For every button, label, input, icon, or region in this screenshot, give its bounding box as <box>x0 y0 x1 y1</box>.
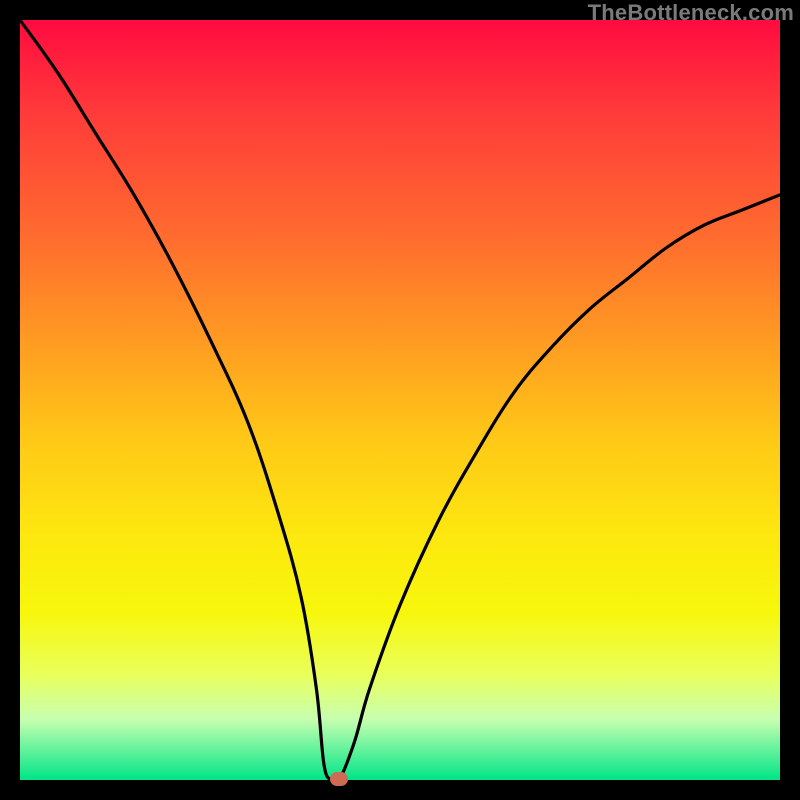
chart-frame: TheBottleneck.com <box>0 0 800 800</box>
watermark-label: TheBottleneck.com <box>588 0 794 26</box>
bottleneck-curve <box>20 20 780 780</box>
optimal-point-marker <box>330 772 348 786</box>
